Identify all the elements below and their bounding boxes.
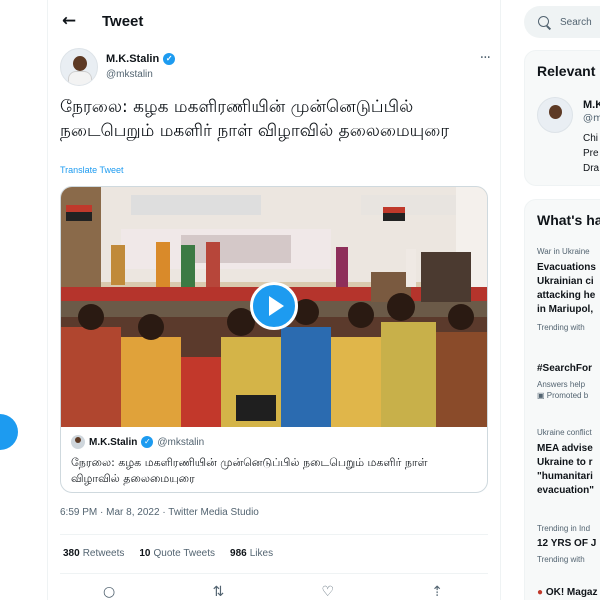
- trend-item[interactable]: Ukraine conflict MEA advise Ukraine to r…: [537, 428, 594, 498]
- compose-tweet-button[interactable]: [0, 414, 18, 450]
- trend-subtitle: Trending with: [537, 323, 585, 332]
- trend-title: #SearchFor: [537, 363, 593, 374]
- relevant-people-panel: Relevant people M.K @m Chi Pre Dra: [524, 50, 600, 186]
- heart-icon[interactable]: ♡: [321, 584, 334, 600]
- divider: [60, 573, 488, 574]
- quoted-tweet[interactable]: M.K.Stalin ✓ @mkstalin நேரலை: கழக மகளிரண…: [61, 427, 487, 492]
- tweet-timestamp: 6:59 PM · Mar 8, 2022 · Twitter Media St…: [60, 507, 259, 518]
- trend-title: Evacuations Ukrainian ci attacking he in…: [537, 262, 596, 315]
- quoted-tweet-header: M.K.Stalin ✓ @mkstalin: [71, 435, 479, 449]
- quoted-author-handle: @mkstalin: [157, 436, 205, 448]
- whats-happening-title: What's happening: [537, 212, 600, 228]
- tweet-author: M.K.Stalin ✓ @mkstalin ···: [60, 48, 491, 88]
- avatar: [71, 435, 85, 449]
- relevant-person-handle[interactable]: @m: [583, 113, 600, 124]
- trend-title: ● OK! Magaz: [537, 587, 598, 598]
- quoted-author-name: M.K.Stalin: [89, 436, 138, 448]
- avatar[interactable]: [60, 48, 98, 86]
- whats-happening-panel: What's happening War in Ukraine Evacuati…: [524, 199, 600, 600]
- relevant-people-title: Relevant people: [537, 63, 600, 79]
- retweets-stat[interactable]: 380 Retweets: [63, 548, 124, 559]
- meta-separator: ·: [100, 507, 104, 518]
- avatar[interactable]: [537, 97, 573, 133]
- play-icon[interactable]: [250, 282, 298, 330]
- divider: [60, 534, 488, 535]
- author-name[interactable]: M.K.Stalin: [106, 53, 159, 65]
- trend-title: 12 YRS OF J: [537, 538, 597, 549]
- trend-subtitle: Answers help: [537, 380, 586, 389]
- tweet-actions: ○ ⇅ ♡ ⇡: [103, 584, 443, 600]
- trend-subtitle: Trending with: [537, 555, 585, 564]
- video-thumbnail[interactable]: [61, 187, 487, 427]
- likes-stat[interactable]: 986 Likes: [230, 548, 273, 559]
- publisher-logo-icon: ●: [537, 587, 544, 598]
- verified-badge-icon: ✓: [141, 436, 154, 448]
- tweet-text: நேரலை: கழக மகளிரணியின் முன்னெடுப்பில் நட…: [60, 97, 450, 141]
- tweet-detail-column: ← Tweet M.K.Stalin ✓ @mkstalin ··· நேரலை…: [47, 0, 501, 600]
- tweet-date[interactable]: Mar 8, 2022: [106, 507, 159, 518]
- search-input[interactable]: Search: [524, 6, 600, 38]
- engagement-stats: 380 Retweets 10 Quote Tweets 986 Likes: [63, 548, 273, 559]
- back-arrow-icon[interactable]: ←: [60, 11, 78, 31]
- translate-tweet-link[interactable]: Translate Tweet: [60, 165, 124, 175]
- more-icon[interactable]: ···: [480, 50, 491, 66]
- quoted-tweet-text: நேரலை: கழக மகளிரணியின் முன்னெடுப்பில் நட…: [71, 456, 428, 485]
- tweet-source[interactable]: Twitter Media Studio: [168, 507, 259, 518]
- quote-tweets-stat[interactable]: 10 Quote Tweets: [139, 548, 215, 559]
- meta-separator: ·: [162, 507, 166, 518]
- trend-item[interactable]: Trending in Ind 12 YRS OF J Trending wit…: [537, 524, 596, 564]
- promoted-label: ▣ Promoted b: [537, 391, 589, 400]
- trend-context: Trending in Ind: [537, 524, 591, 533]
- share-icon[interactable]: ⇡: [431, 584, 443, 600]
- trend-context: Ukraine conflict: [537, 428, 592, 437]
- trend-title: MEA advise Ukraine to r "humanitari evac…: [537, 443, 594, 496]
- search-icon: [538, 15, 551, 29]
- tweet-header: ← Tweet: [48, 0, 500, 42]
- trend-context: War in Ukraine: [537, 247, 590, 256]
- author-name-row[interactable]: M.K.Stalin ✓: [106, 53, 176, 65]
- trend-item[interactable]: ● OK! Magaz: [537, 586, 598, 600]
- relevant-person-name[interactable]: M.K: [583, 99, 600, 111]
- trend-item[interactable]: #SearchFor Answers help ▣ Promoted b: [537, 362, 592, 400]
- verified-badge-icon: ✓: [163, 53, 176, 65]
- retweet-icon[interactable]: ⇅: [212, 584, 224, 600]
- trend-item[interactable]: War in Ukraine Evacuations Ukrainian ci …: [537, 247, 596, 332]
- reply-icon[interactable]: ○: [103, 584, 115, 600]
- page-title: Tweet: [102, 12, 144, 30]
- tweet-time[interactable]: 6:59 PM: [60, 507, 97, 518]
- search-placeholder: Search: [560, 16, 592, 28]
- relevant-person-bio: Chi Pre Dra: [583, 133, 600, 174]
- author-handle[interactable]: @mkstalin: [106, 69, 153, 80]
- quoted-video-card[interactable]: M.K.Stalin ✓ @mkstalin நேரலை: கழக மகளிரண…: [60, 186, 488, 493]
